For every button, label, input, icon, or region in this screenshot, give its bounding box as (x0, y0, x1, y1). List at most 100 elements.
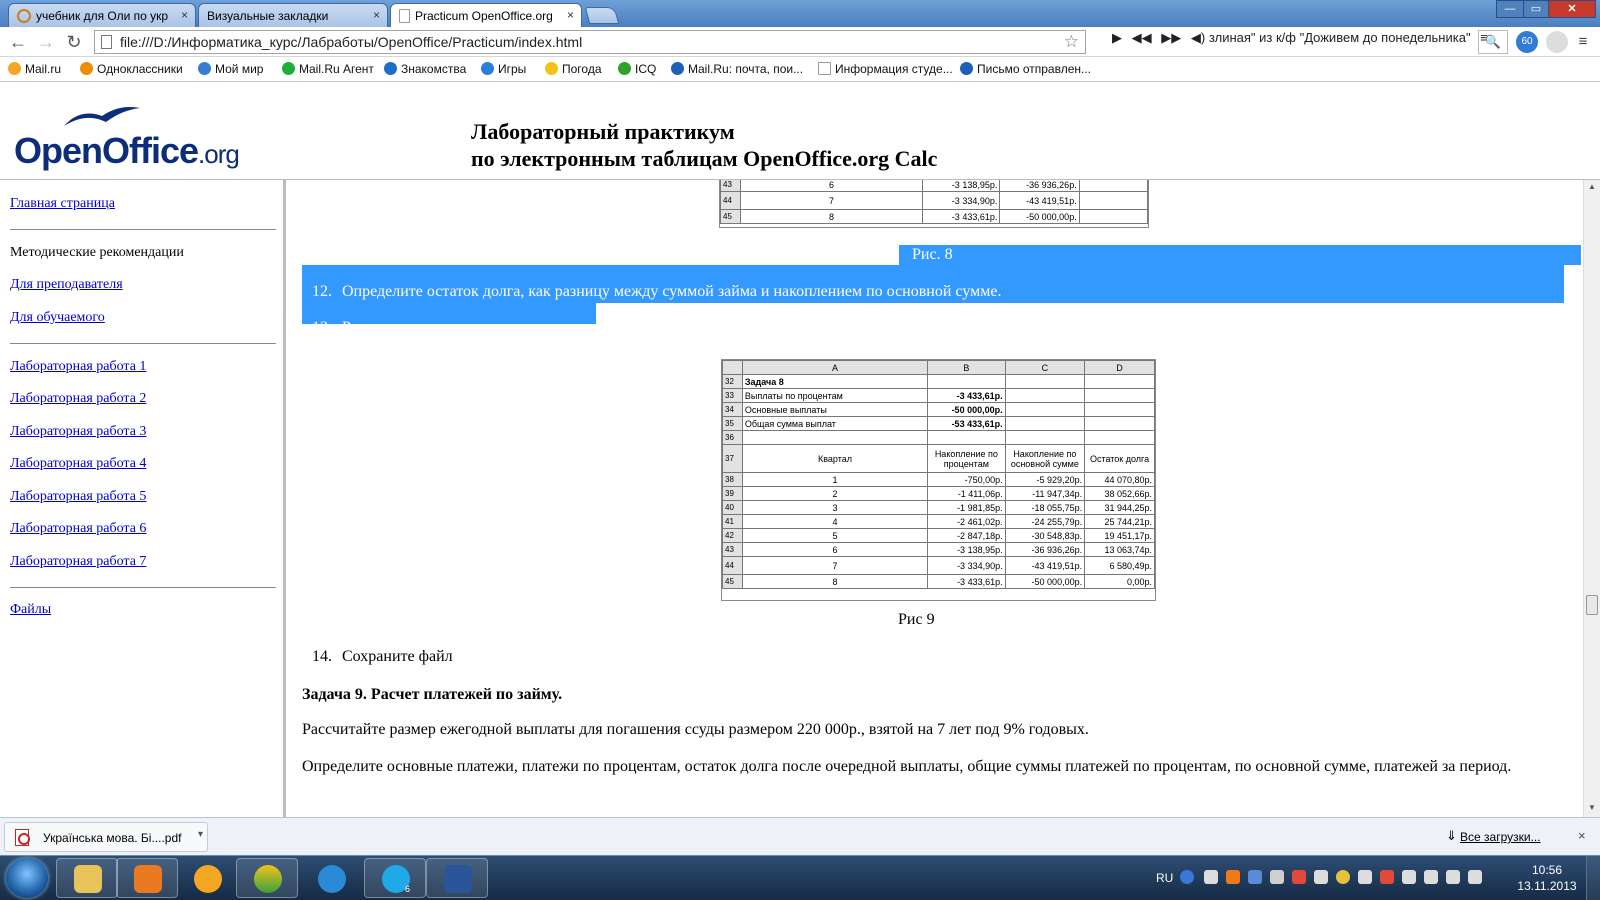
table-cell: 31 944,25р. (1084, 500, 1155, 515)
maximize-button[interactable]: ▭ (1523, 0, 1549, 18)
tray-icon[interactable] (1402, 870, 1416, 884)
tray-icon[interactable] (1292, 870, 1306, 884)
bookmark-item[interactable]: Мой мир (198, 62, 263, 76)
new-tab-button[interactable] (584, 7, 620, 24)
table-cell: -3 138,95р. (927, 542, 1006, 557)
next-track-icon[interactable]: ▶▶ (1161, 30, 1181, 45)
mail-extension-icon[interactable]: 60 (1516, 31, 1538, 53)
bookmark-item[interactable]: Письмо отправлен... (960, 62, 1091, 76)
sidebar-item-files[interactable]: Файлы (10, 602, 51, 618)
sidebar-item-lab-2[interactable]: Лабораторная работа 2 (10, 391, 146, 407)
bluetooth-icon[interactable] (1248, 870, 1262, 884)
taskbar-word[interactable] (426, 858, 488, 898)
sidebar-item-teacher[interactable]: Для преподавателя (10, 277, 123, 293)
corner-cell (722, 360, 743, 375)
sidebar-item-lab-1[interactable]: Лабораторная работа 1 (10, 359, 146, 375)
bookmark-item[interactable]: ICQ (618, 62, 656, 76)
volume-icon[interactable] (1468, 870, 1482, 884)
tray-icon[interactable] (1380, 870, 1394, 884)
tray-icon[interactable] (1226, 870, 1240, 884)
reload-button[interactable]: ↻ (62, 30, 86, 54)
taskbar-browser[interactable] (236, 858, 298, 898)
scroll-down-icon[interactable]: ▼ (1586, 803, 1598, 815)
previous-track-icon[interactable]: ◀◀ (1132, 30, 1152, 45)
minimize-button[interactable]: — (1496, 0, 1524, 18)
bookmark-item[interactable]: Информация студе... (818, 62, 953, 76)
clock[interactable]: 10:56 13.11.2013 (1512, 862, 1582, 894)
close-window-button[interactable]: ✕ (1548, 0, 1596, 18)
search-button[interactable]: 🔍 (1478, 30, 1508, 54)
tray-icon[interactable] (1358, 870, 1372, 884)
tab-close-icon[interactable]: × (181, 8, 188, 22)
menu-wrench-icon[interactable]: ≡ (1572, 31, 1594, 53)
tray-icon[interactable] (1336, 870, 1350, 884)
mailru-icon (17, 9, 31, 23)
all-downloads-link[interactable]: Все загрузки... (1460, 830, 1541, 844)
table-cell: 6 (739, 180, 924, 192)
clock-time: 10:56 (1531, 863, 1563, 877)
bookmark-star-icon[interactable]: ☆ (1064, 32, 1079, 52)
taskbar-skype[interactable]: 6 (364, 858, 426, 898)
table-row: 38 1 -750,00р. -5 929,20р. 44 070,80р. (722, 472, 1155, 487)
close-downloads-icon[interactable]: × (1578, 828, 1586, 843)
flag-icon[interactable] (1424, 870, 1438, 884)
tray-icon[interactable] (1270, 870, 1284, 884)
start-button[interactable] (6, 858, 48, 898)
play-icon[interactable]: ▶ (1112, 30, 1122, 45)
tab-label: учебник для Оли по укр (36, 9, 169, 23)
bookmark-favicon-icon (818, 62, 831, 75)
back-button[interactable]: ← (6, 30, 30, 54)
extension-icon[interactable] (1546, 31, 1568, 53)
row-header: 33 (722, 388, 743, 403)
taskbar-internet-explorer[interactable] (300, 858, 362, 898)
taskbar-explorer[interactable] (56, 858, 118, 898)
mail-badge: 60 (1521, 36, 1533, 47)
tab-visual-bookmarks[interactable]: Визуальные закладки × (198, 3, 388, 27)
bookmark-item[interactable]: Знакомства (384, 62, 466, 76)
bookmark-favicon-icon (545, 62, 558, 75)
column-header: B (927, 360, 1006, 375)
sidebar-item-lab-6[interactable]: Лабораторная работа 6 (10, 521, 146, 537)
scroll-thumb[interactable] (1586, 595, 1598, 615)
tab-close-icon[interactable]: × (567, 8, 574, 22)
tab-textbook[interactable]: учебник для Оли по укр × (8, 3, 196, 27)
tab-close-icon[interactable]: × (373, 8, 380, 22)
step-number: 13. (312, 319, 332, 336)
bookmark-item[interactable]: Mail.Ru: почта, пои... (671, 62, 803, 76)
sidebar-item-lab-5[interactable]: Лабораторная работа 5 (10, 489, 146, 505)
table-cell: 19 451,17р. (1084, 528, 1155, 543)
show-desktop-button[interactable] (1586, 856, 1600, 900)
bookmark-favicon-icon (618, 62, 631, 75)
address-bar[interactable]: file:///D:/Информатика_курс/Лабработы/Op… (94, 30, 1086, 54)
table-cell: -18 055,75р. (1004, 500, 1086, 515)
browser-toolbar: ← → ↻ file:///D:/Информатика_курс/Лабраб… (0, 27, 1600, 57)
sidebar-item-student[interactable]: Для обучаемого (10, 310, 105, 326)
language-indicator[interactable]: RU (1156, 871, 1173, 885)
clock-date: 13.11.2013 (1517, 879, 1577, 893)
bookmark-item[interactable]: Mail.Ru Агент (282, 62, 374, 76)
step-13: 13. Результаты сравните с рисунком. (312, 319, 566, 337)
sidebar-item-lab-3[interactable]: Лабораторная работа 3 (10, 424, 146, 440)
row-header: 43 (720, 180, 741, 192)
sidebar-item-lab-4[interactable]: Лабораторная работа 4 (10, 456, 146, 472)
tray-icon[interactable] (1314, 870, 1328, 884)
bookmark-item[interactable]: Mail.ru (8, 62, 61, 76)
media-player-extension: ▶ ◀◀ ▶▶ ◀) злиная" из к/ф "Доживем до по… (1112, 30, 1494, 54)
sidebar-item-home[interactable]: Главная страница (10, 196, 115, 212)
bookmark-item[interactable]: Игры (481, 62, 526, 76)
tab-practicum[interactable]: Practicum OpenOffice.org × (390, 3, 582, 28)
help-icon[interactable] (1180, 870, 1194, 884)
tray-icon[interactable] (1204, 870, 1218, 884)
taskbar-media-player[interactable] (116, 858, 178, 898)
vertical-scrollbar[interactable]: ▲ ▼ (1583, 180, 1600, 817)
forward-button[interactable]: → (34, 30, 58, 54)
network-icon[interactable] (1446, 870, 1460, 884)
bookmark-item[interactable]: Одноклассники (80, 62, 183, 76)
scroll-up-icon[interactable]: ▲ (1586, 182, 1598, 194)
sidebar-item-lab-7[interactable]: Лабораторная работа 7 (10, 554, 146, 570)
taskbar-mail-agent[interactable] (176, 858, 238, 898)
download-menu-icon[interactable]: ▾ (198, 829, 203, 840)
bookmark-favicon-icon (481, 62, 494, 75)
bookmark-item[interactable]: Погода (545, 62, 602, 76)
download-item[interactable]: Українська мова. Бі....pdf ▾ (4, 822, 208, 852)
